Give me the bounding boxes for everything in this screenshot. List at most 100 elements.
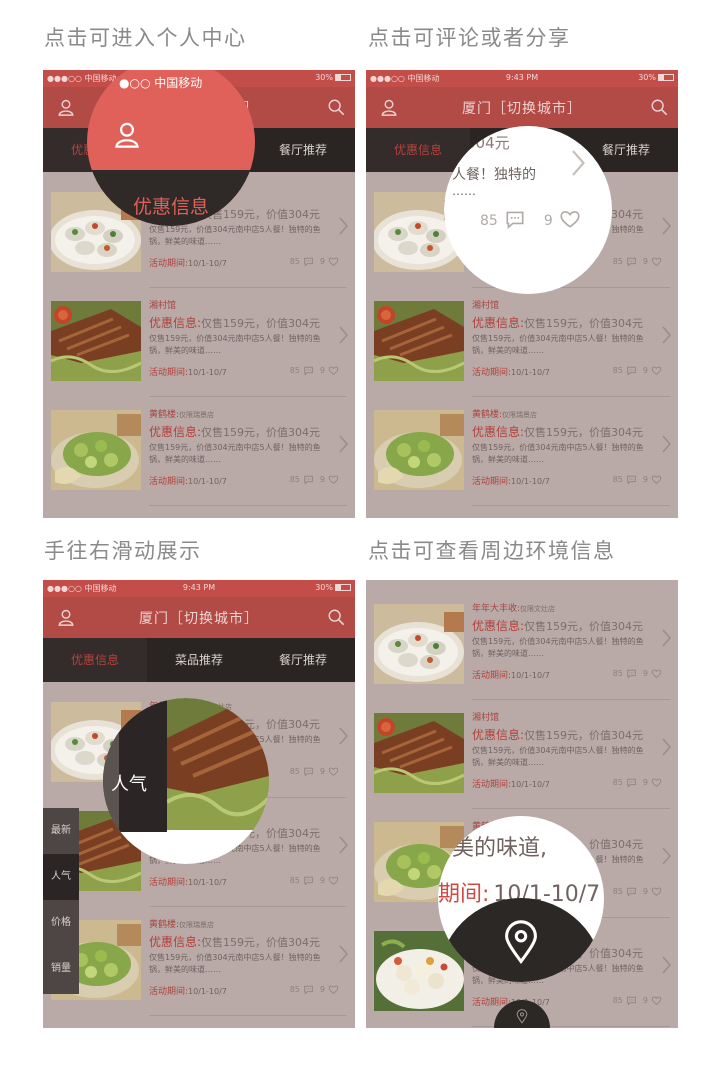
heart-icon[interactable]: [651, 996, 662, 1008]
sort-price[interactable]: 价格: [43, 900, 79, 946]
heart-icon[interactable]: [328, 475, 339, 487]
comment-icon[interactable]: [626, 366, 637, 378]
phone-screen-4: 年年大丰收:仅限文灶店 优惠信息:仅售159元，价值304元 仅售159元，价值30…: [366, 580, 678, 1028]
activity-period: 活动期间:10/1-10/7: [149, 984, 227, 997]
caption-2: 点击可评论或者分享: [368, 26, 571, 50]
deal-list-item[interactable]: 湘村馆优惠信息:仅售159元，价值304元仅售159元，价值304元南中店5人餐…: [43, 291, 355, 399]
heart-icon[interactable]: [328, 767, 339, 779]
comment-icon[interactable]: [626, 475, 637, 487]
item-stats: 85 9: [613, 474, 662, 487]
comment-icon[interactable]: [303, 475, 314, 487]
heart-icon[interactable]: [559, 211, 581, 234]
chevron-right-icon[interactable]: [570, 148, 587, 182]
like-count: 9: [319, 767, 325, 776]
comment-icon[interactable]: [626, 669, 637, 681]
search-icon[interactable]: [327, 98, 345, 120]
comment-icon[interactable]: [303, 767, 314, 779]
tab-restaurants[interactable]: 餐厅推荐: [251, 638, 355, 682]
like-count: 9: [319, 876, 325, 885]
chevron-right-icon[interactable]: [661, 955, 672, 979]
search-icon[interactable]: [327, 608, 345, 630]
offer-text: 仅售159元，价值304元: [524, 317, 644, 330]
sort-popularity[interactable]: 人气: [43, 854, 79, 900]
comment-icon[interactable]: [626, 887, 637, 899]
chevron-right-icon[interactable]: [661, 628, 672, 652]
sort-newest[interactable]: 最新: [43, 808, 79, 854]
heart-icon[interactable]: [651, 366, 662, 378]
offer-text: 仅售159元，价值304元: [201, 426, 321, 439]
heart-icon[interactable]: [328, 366, 339, 378]
comment-icon[interactable]: [626, 778, 637, 790]
tab-restaurants[interactable]: 餐厅推荐: [251, 128, 355, 172]
location-pin-icon[interactable]: [503, 920, 539, 969]
chevron-right-icon[interactable]: [338, 944, 349, 968]
deal-list-item[interactable]: 年年大丰收:仅限文灶店优惠信息:仅售159元，价值304元仅售159元，价值30…: [366, 594, 678, 702]
chevron-right-icon[interactable]: [661, 737, 672, 761]
comment-icon[interactable]: [303, 876, 314, 888]
deal-description: 仅售159元，价值304元南中店5人餐！独特的鱼锅，鲜美的味道……: [472, 637, 644, 658]
comment-count: 85: [612, 778, 623, 787]
chevron-right-icon[interactable]: [661, 434, 672, 458]
search-icon[interactable]: [650, 98, 668, 120]
city-title[interactable]: 厦门［切换城市］: [366, 98, 678, 118]
comment-icon[interactable]: [504, 211, 526, 234]
heart-icon[interactable]: [328, 876, 339, 888]
chevron-right-icon[interactable]: [338, 325, 349, 349]
offer-label: 优惠信息:: [472, 619, 525, 633]
chevron-right-icon[interactable]: [661, 216, 672, 240]
chevron-right-icon[interactable]: [338, 835, 349, 859]
period-value: 10/1-10/7: [188, 368, 227, 377]
period-label: 活动期间:: [149, 477, 189, 487]
offer-label: 优惠信息:: [472, 316, 525, 330]
comment-icon[interactable]: [626, 996, 637, 1008]
chevron-right-icon[interactable]: [338, 726, 349, 750]
offer-text: 仅售159元，价值304元: [201, 317, 321, 330]
deal-list-item[interactable]: 湘村馆优惠信息:仅售159元，价值304元仅售159元，价值304元南中店5人餐…: [366, 291, 678, 399]
offer-line: 优惠信息:仅售159元，价值304元: [149, 933, 320, 950]
offer-line: 优惠信息:仅售159元，价值304元: [472, 423, 643, 440]
sort-sales[interactable]: 销量: [43, 946, 79, 992]
heart-icon[interactable]: [651, 257, 662, 269]
item-stats: 85 9: [290, 984, 339, 997]
deal-description: 仅售159元，价值304元南中店5人餐！独特的鱼锅，鲜美的味道……: [149, 225, 321, 246]
offer-text: 仅售159元，价值304元: [524, 426, 644, 439]
divider: [149, 906, 347, 907]
period-label: 活动期间:: [149, 259, 189, 269]
comment-icon[interactable]: [303, 257, 314, 269]
deal-list-item[interactable]: 黄鹤楼:仅限瑞景店优惠信息:仅售159元，价值304元仅售159元，价值304元…: [366, 400, 678, 508]
chevron-right-icon[interactable]: [338, 216, 349, 240]
deal-list-item[interactable]: 黄鹤楼:仅限瑞景店优惠信息:仅售159元，价值304元仅售159元，价值304元…: [43, 910, 355, 1018]
chevron-right-icon[interactable]: [661, 846, 672, 870]
heart-icon[interactable]: [328, 257, 339, 269]
city-title[interactable]: 厦门［切换城市］: [43, 608, 355, 628]
offer-label: 优惠信息:: [472, 425, 525, 439]
comment-count: 85: [612, 996, 623, 1005]
heart-icon[interactable]: [651, 887, 662, 899]
heart-icon[interactable]: [328, 985, 339, 997]
battery-indicator: 30%: [315, 583, 351, 592]
chevron-right-icon[interactable]: [338, 434, 349, 458]
comment-icon[interactable]: [303, 985, 314, 997]
shop-name: 年年大丰收:仅限文灶店: [472, 601, 555, 614]
deal-description: 仅售159元，价值304元南中店5人餐！独特的鱼锅，鲜美的味道……: [149, 334, 321, 355]
location-button[interactable]: [438, 898, 604, 982]
chevron-right-icon[interactable]: [661, 325, 672, 349]
user-icon[interactable]: [113, 120, 141, 152]
comment-icon[interactable]: [626, 257, 637, 269]
heart-icon[interactable]: [651, 669, 662, 681]
location-pin-icon[interactable]: [516, 1009, 528, 1028]
deal-list-item[interactable]: 黄鹤楼:仅限瑞景店优惠信息:仅售159元，价值304元仅售159元，价值304元…: [43, 400, 355, 508]
deal-list-item[interactable]: 湘村馆优惠信息:仅售159元，价值304元仅售159元，价值304元南中店5人餐…: [366, 703, 678, 811]
heart-icon[interactable]: [651, 475, 662, 487]
offer-line: 优惠信息:仅售159元，价值304元: [472, 726, 643, 743]
item-stats: 85 9: [613, 886, 662, 899]
heart-icon[interactable]: [651, 778, 662, 790]
clock: 9:43 PM: [505, 73, 539, 82]
comment-icon[interactable]: [303, 366, 314, 378]
offer-line: 优惠信息:仅售159元，价值304元: [472, 617, 643, 634]
tab-offers[interactable]: 优惠信息: [43, 638, 147, 682]
tab-dishes[interactable]: 菜品推荐: [147, 638, 251, 682]
magnified-tab-offers[interactable]: 优惠信息: [87, 192, 255, 219]
period-value: 10/1-10/7: [511, 671, 550, 680]
deal-description: 仅售159元，价值304元南中店5人餐！独特的鱼锅，鲜美的味道……: [472, 443, 644, 464]
